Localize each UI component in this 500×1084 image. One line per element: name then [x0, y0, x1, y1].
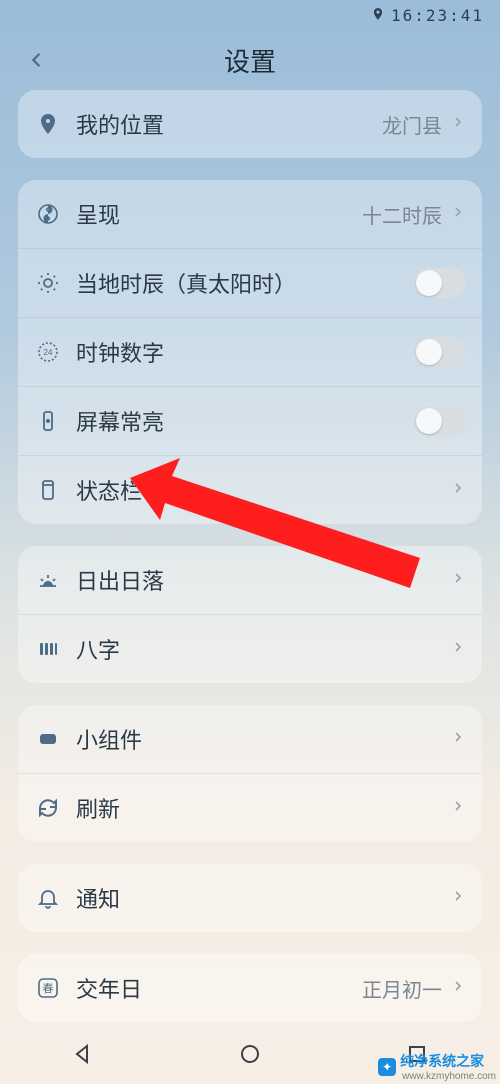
- watermark: ✦ 纯净系统之家 www.kzmyhome.com: [378, 1051, 496, 1082]
- chevron-right-icon: [450, 204, 466, 225]
- page-title: 设置: [224, 42, 276, 79]
- row-clock-digits[interactable]: 24 时钟数字: [18, 317, 482, 386]
- refresh-icon: [34, 794, 62, 822]
- sun-icon: [34, 269, 62, 297]
- location-pin-icon: [34, 110, 62, 138]
- statusbar-icon: [34, 476, 62, 504]
- bazi-icon: [34, 635, 62, 663]
- row-label: 日出日落: [76, 564, 450, 596]
- row-label: 小组件: [76, 723, 450, 755]
- row-notifications[interactable]: 通知: [18, 864, 482, 932]
- chevron-right-icon: [450, 978, 466, 999]
- row-keep-screen-on[interactable]: 屏幕常亮: [18, 386, 482, 455]
- yinyang-icon: [34, 200, 62, 228]
- row-presentation[interactable]: 呈现 十二时辰: [18, 180, 482, 248]
- widget-icon: [34, 725, 62, 753]
- bell-icon: [34, 884, 62, 912]
- row-local-shichen[interactable]: 当地时辰（真太阳时）: [18, 248, 482, 317]
- row-label: 我的位置: [76, 108, 382, 140]
- settings-group-widget: 小组件 刷新: [18, 705, 482, 842]
- settings-group-year: 春 交年日 正月初一: [18, 954, 482, 1022]
- row-label: 交年日: [76, 972, 362, 1004]
- settings-group-location: 我的位置 龙门县: [18, 90, 482, 158]
- status-time: 16:23:41: [391, 6, 484, 25]
- row-my-location[interactable]: 我的位置 龙门县: [18, 90, 482, 158]
- watermark-icon: ✦: [378, 1058, 396, 1076]
- toggle-local-shichen[interactable]: [414, 268, 466, 298]
- settings-group-astro: 日出日落 八字: [18, 546, 482, 683]
- row-label: 状态栏: [76, 474, 450, 506]
- watermark-text: 纯净系统之家: [400, 1051, 496, 1071]
- chevron-right-icon: [450, 114, 466, 135]
- chevron-right-icon: [450, 798, 466, 819]
- watermark-url: www.kzmyhome.com: [402, 1071, 496, 1082]
- row-refresh[interactable]: 刷新: [18, 773, 482, 842]
- row-label: 通知: [76, 882, 450, 914]
- status-bar: 16:23:41: [0, 0, 500, 30]
- row-widget[interactable]: 小组件: [18, 705, 482, 773]
- header: 设置: [0, 30, 500, 90]
- sunrise-icon: [34, 566, 62, 594]
- row-sunrise-sunset[interactable]: 日出日落: [18, 546, 482, 614]
- row-label: 八字: [76, 633, 450, 665]
- settings-content: 我的位置 龙门县 呈现 十二时辰 当地时辰（真太阳时） 24 时钟数字: [0, 90, 500, 1022]
- svg-text:春: 春: [43, 982, 54, 995]
- chevron-right-icon: [450, 639, 466, 660]
- chevron-right-icon: [450, 729, 466, 750]
- nav-home-button[interactable]: [238, 1042, 262, 1071]
- nav-back-button[interactable]: [71, 1042, 95, 1071]
- toggle-keep-screen-on[interactable]: [414, 406, 466, 436]
- toggle-clock-digits[interactable]: [414, 337, 466, 367]
- chevron-right-icon: [450, 888, 466, 909]
- spring-icon: 春: [34, 974, 62, 1002]
- row-new-year-day[interactable]: 春 交年日 正月初一: [18, 954, 482, 1022]
- row-label: 呈现: [76, 198, 362, 230]
- clock24-icon: 24: [34, 338, 62, 366]
- chevron-right-icon: [450, 570, 466, 591]
- row-label: 刷新: [76, 792, 450, 824]
- svg-text:24: 24: [44, 348, 53, 357]
- row-bazi[interactable]: 八字: [18, 614, 482, 683]
- phone-bright-icon: [34, 407, 62, 435]
- settings-group-display: 呈现 十二时辰 当地时辰（真太阳时） 24 时钟数字 屏幕常亮: [18, 180, 482, 524]
- row-status-bar[interactable]: 状态栏: [18, 455, 482, 524]
- row-value: 正月初一: [362, 974, 442, 1003]
- settings-group-notify: 通知: [18, 864, 482, 932]
- row-label: 时钟数字: [76, 336, 414, 368]
- chevron-right-icon: [450, 480, 466, 501]
- back-button[interactable]: [18, 42, 54, 78]
- row-value: 十二时辰: [362, 200, 442, 229]
- location-status-icon: [371, 6, 385, 25]
- row-label: 当地时辰（真太阳时）: [76, 267, 414, 299]
- row-value: 龙门县: [382, 110, 442, 139]
- row-label: 屏幕常亮: [76, 405, 414, 437]
